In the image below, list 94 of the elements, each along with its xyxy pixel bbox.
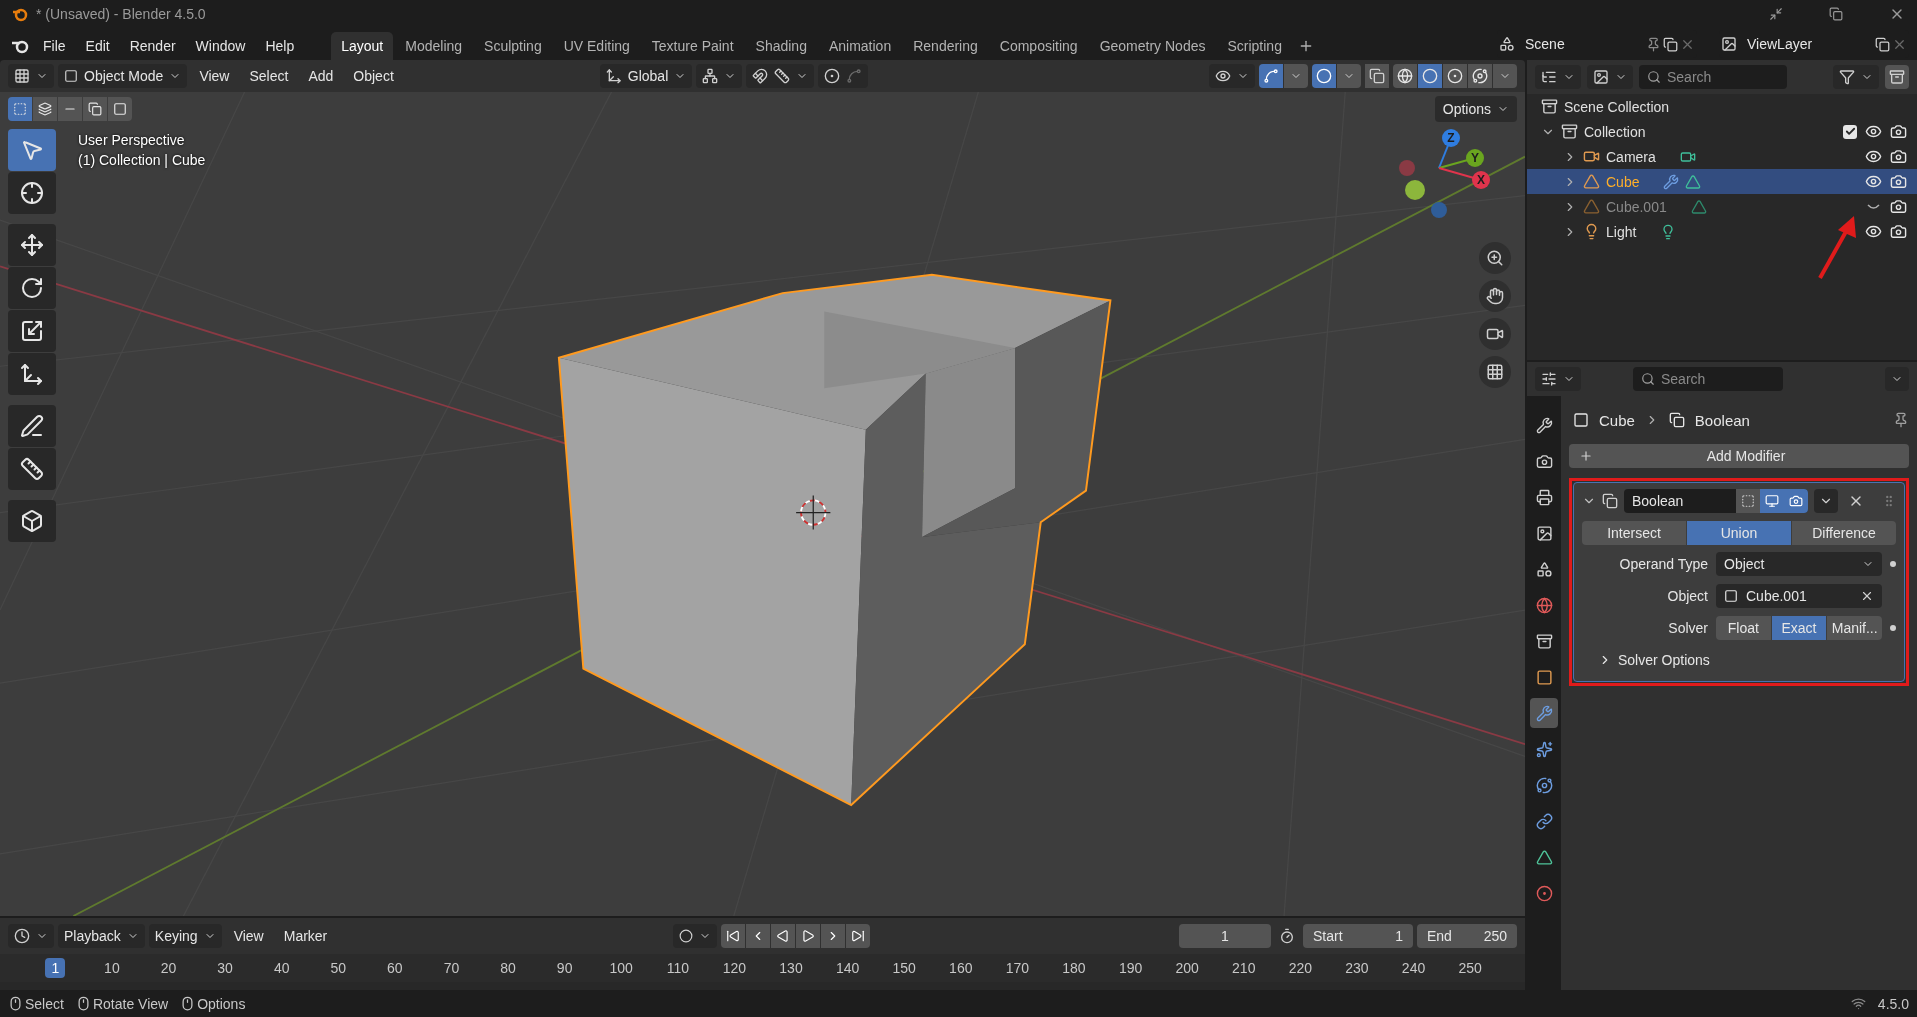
breadcrumb-item: Cube xyxy=(1599,411,1635,429)
frame-number: 60 xyxy=(386,959,404,978)
frame-number: 30 xyxy=(216,959,234,978)
outliner-item-name: Collection xyxy=(1584,123,1646,140)
menu-item[interactable]: View xyxy=(225,924,272,948)
window-title: * (Unsaved) - Blender 4.5.0 xyxy=(36,6,207,22)
viewport-info-text: User Perspective xyxy=(78,132,186,148)
outliner-item-name: Cube xyxy=(1606,173,1640,190)
frame-number: 50 xyxy=(329,959,348,978)
menu-item[interactable]: Help xyxy=(256,32,304,60)
frame-number: 90 xyxy=(555,959,574,978)
frame-number: 40 xyxy=(272,959,291,978)
frame-number: 150 xyxy=(891,959,917,978)
frame-number: 1 xyxy=(45,958,66,978)
frame-number: 240 xyxy=(1400,959,1427,978)
frame-number: 230 xyxy=(1344,959,1370,978)
workspace-tab[interactable]: Animation xyxy=(818,32,902,60)
menu-item[interactable]: Object xyxy=(345,64,402,88)
workspace-tab[interactable]: Texture Paint xyxy=(641,32,744,60)
frame-number: 140 xyxy=(834,959,861,978)
outliner-row[interactable]: Scene Collection xyxy=(1527,94,1917,119)
frame-number: 70 xyxy=(442,959,461,978)
modifier-name-field[interactable]: Boolean xyxy=(1624,489,1808,513)
menu-item[interactable]: Marker xyxy=(275,924,336,948)
solver-option[interactable]: Float xyxy=(1716,616,1771,640)
frame-number: 190 xyxy=(1117,959,1144,978)
outliner-item-name: Light xyxy=(1606,223,1637,240)
status-hint: Rotate View xyxy=(92,995,169,1012)
breadcrumb-item: Boolean xyxy=(1694,411,1750,429)
outliner-item-name: Cube.001 xyxy=(1606,198,1667,215)
viewport-info-text: (1) Collection | Cube xyxy=(78,152,206,168)
start-frame-field[interactable]: Start 1 xyxy=(1303,924,1413,948)
outliner-item-name: Camera xyxy=(1606,148,1656,165)
menu-item[interactable]: File xyxy=(34,32,75,60)
field-label: Object xyxy=(1666,588,1708,604)
mode-dropdown[interactable]: Object Mode xyxy=(58,64,188,88)
frame-number: 20 xyxy=(159,959,178,978)
field-label: Solver xyxy=(1667,620,1708,636)
menu-item[interactable]: Render xyxy=(120,32,185,60)
frame-number: 110 xyxy=(665,959,690,978)
outliner-row[interactable]: Collection xyxy=(1527,119,1917,144)
frame-number: 120 xyxy=(721,959,748,978)
current-frame-field[interactable]: 1 xyxy=(1179,924,1271,948)
outliner-row[interactable]: Light xyxy=(1527,219,1917,244)
end-frame-field[interactable]: End 250 xyxy=(1417,924,1517,948)
outliner-item-name: Scene Collection xyxy=(1564,98,1670,115)
workspace-tab[interactable]: UV Editing xyxy=(553,32,640,60)
menu-item[interactable]: Window xyxy=(186,32,255,60)
frame-number: 180 xyxy=(1061,959,1087,978)
add-modifier-button[interactable]: Add Modifier xyxy=(1569,444,1909,468)
outliner-row[interactable]: Camera xyxy=(1527,144,1917,169)
operation-option[interactable]: Intersect xyxy=(1582,521,1686,545)
solver-option[interactable]: Exact xyxy=(1771,616,1827,640)
operand-type-dropdown[interactable]: Object xyxy=(1716,552,1882,576)
outliner-row[interactable]: Cube.001 xyxy=(1527,194,1917,219)
status-hint: Options xyxy=(197,995,246,1012)
frame-number: 250 xyxy=(1457,959,1483,978)
workspace-tab[interactable]: Modeling xyxy=(395,32,473,60)
workspace-tab[interactable]: Sculpting xyxy=(474,32,552,60)
workspace-tab[interactable]: Shading xyxy=(745,32,817,60)
navigation-gizmo[interactable]: Z Y X xyxy=(1399,129,1490,218)
menu-dropdown[interactable]: Keying xyxy=(148,924,222,948)
frame-number: 220 xyxy=(1287,959,1314,978)
workspace-tab[interactable]: Geometry Nodes xyxy=(1089,32,1216,60)
frame-number: 160 xyxy=(948,959,974,978)
menu-item[interactable]: Select xyxy=(241,64,297,88)
frame-number: 10 xyxy=(103,959,121,978)
frame-number: 210 xyxy=(1231,959,1257,978)
workspace-tab[interactable]: Compositing xyxy=(989,32,1088,60)
frame-number: 130 xyxy=(778,959,804,978)
menu-item[interactable]: Add xyxy=(300,64,342,88)
workspace-tab[interactable]: Layout xyxy=(331,32,394,60)
frame-number: 100 xyxy=(608,959,634,978)
search-field[interactable]: Search xyxy=(1639,65,1787,89)
orientation-dropdown[interactable]: Global xyxy=(599,64,693,88)
search-field[interactable]: Search xyxy=(1633,367,1783,391)
outliner-row[interactable]: Cube xyxy=(1527,169,1917,194)
status-hint: Select xyxy=(25,995,64,1012)
options-dropdown[interactable]: Options xyxy=(1434,96,1517,122)
workspace-tab[interactable]: Scripting xyxy=(1217,32,1292,60)
object-field[interactable]: Cube.001 xyxy=(1716,584,1882,608)
frame-number: 80 xyxy=(499,959,517,978)
operation-option[interactable]: Difference xyxy=(1792,521,1896,545)
subpanel-header[interactable]: Solver Options xyxy=(1582,647,1710,673)
frame-number: 200 xyxy=(1174,959,1200,978)
menu-item[interactable]: View xyxy=(191,64,238,88)
version-label: 4.5.0 xyxy=(1877,995,1909,1012)
menu-dropdown[interactable]: Playback xyxy=(58,924,145,948)
operation-option[interactable]: Union xyxy=(1687,521,1791,545)
menu-item[interactable]: Edit xyxy=(76,32,119,60)
workspace-tab[interactable]: Rendering xyxy=(903,32,988,60)
solver-option[interactable]: Manif... xyxy=(1827,616,1882,640)
frame-number: 170 xyxy=(1004,959,1031,978)
field-label: Operand Type xyxy=(1618,556,1708,572)
